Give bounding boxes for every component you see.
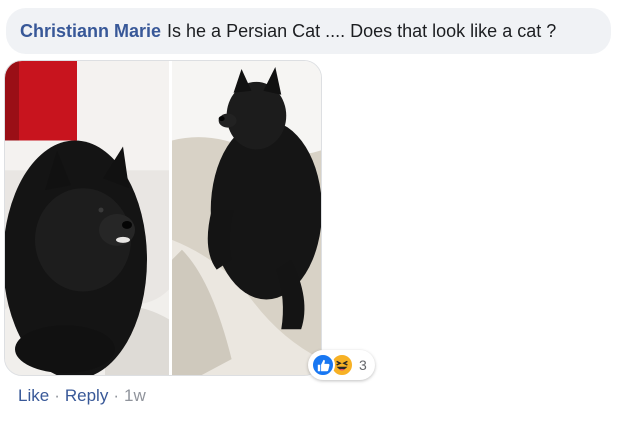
reactions-summary[interactable]: 3 xyxy=(308,350,375,380)
dog-photo-right-image xyxy=(172,61,321,375)
comment-timestamp[interactable]: 1w xyxy=(124,386,146,406)
separator: · xyxy=(54,386,60,405)
photo-attachment[interactable] xyxy=(4,60,322,376)
dog-photo-left-image xyxy=(5,61,169,375)
dog-photo-right[interactable] xyxy=(172,61,321,375)
comment-author[interactable]: Christiann Marie xyxy=(20,21,161,42)
reaction-count: 3 xyxy=(359,357,367,373)
comment-bubble: Christiann Marie Is he a Persian Cat ...… xyxy=(6,8,611,54)
reply-link[interactable]: Reply xyxy=(65,386,108,406)
like-link[interactable]: Like xyxy=(18,386,49,406)
dog-photo-left[interactable] xyxy=(5,61,169,375)
comment-actions: Like · Reply · 1w xyxy=(18,386,146,406)
separator: · xyxy=(113,386,119,405)
like-icon xyxy=(311,353,335,377)
comment-text: Is he a Persian Cat .... Does that look … xyxy=(167,20,557,41)
